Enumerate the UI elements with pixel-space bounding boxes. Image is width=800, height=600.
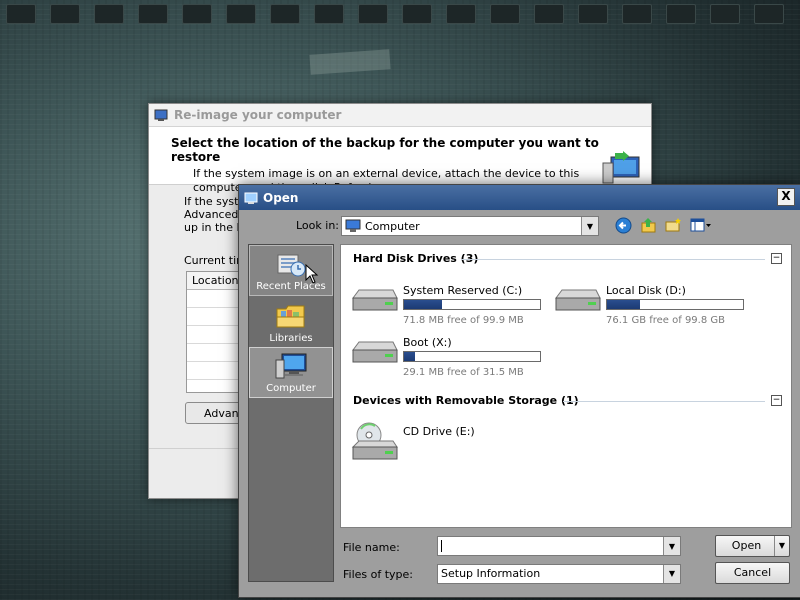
open-dialog: Open X Look in: Computer ▼ Recent Places: [238, 184, 800, 598]
file-list-pane[interactable]: Hard Disk Drives (3) − System Reserved (…: [340, 244, 792, 528]
collapse-icon[interactable]: −: [771, 395, 782, 406]
drive-usage-fill: [607, 300, 640, 309]
reimage-header: Select the location of the backup for th…: [149, 127, 651, 194]
reimage-body-line: Advanced t: [184, 208, 244, 221]
back-arrow-icon[interactable]: [615, 217, 632, 234]
table-row[interactable]: [187, 344, 243, 362]
files-of-type-value: Setup Information: [441, 567, 541, 580]
computer-icon: [275, 353, 307, 379]
divider: [563, 401, 765, 402]
drive-usage-bar: [403, 351, 541, 362]
film-strip-top: [0, 0, 800, 26]
restore-computer-icon: [602, 151, 640, 184]
drive-usage-bar: [403, 299, 541, 310]
window-icon: [244, 192, 258, 204]
drive-name: CD Drive (E:): [403, 425, 475, 438]
place-recent-places[interactable]: Recent Places: [249, 245, 333, 296]
files-of-type-label: Files of type:: [343, 568, 414, 581]
group-header-removable-storage[interactable]: Devices with Removable Storage (1): [353, 394, 579, 407]
drive-usage-bar: [606, 299, 744, 310]
mouse-cursor-icon: [305, 264, 319, 284]
reimage-heading: Select the location of the backup for th…: [171, 136, 599, 164]
libraries-icon: [276, 305, 305, 328]
advanced-button[interactable]: Advanc: [185, 402, 245, 424]
place-libraries[interactable]: Libraries: [249, 296, 333, 347]
drive-name: System Reserved (C:): [403, 284, 523, 297]
table-row[interactable]: [187, 326, 243, 344]
place-label: Computer: [266, 383, 316, 394]
chevron-down-icon[interactable]: ▼: [581, 217, 598, 235]
drive-cd[interactable]: CD Drive (E:): [349, 421, 475, 465]
look-in-label: Look in:: [296, 219, 339, 232]
drive-free-space: 71.8 MB free of 99.9 MB: [403, 315, 524, 326]
chevron-down-icon[interactable]: ▼: [663, 565, 680, 583]
location-column-header[interactable]: Location: [187, 272, 243, 290]
places-bar: Recent Places Libraries Computer: [248, 244, 334, 582]
navigation-toolbar: [615, 217, 712, 234]
drive-free-space: 29.1 MB free of 31.5 MB: [403, 367, 524, 378]
window-icon: [154, 109, 168, 121]
chevron-down-icon[interactable]: ▼: [774, 536, 789, 556]
drive-name: Local Disk (D:): [606, 284, 686, 297]
drive-system-reserved[interactable]: System Reserved (C:) 71.8 MB free of 99.…: [349, 284, 541, 326]
close-button[interactable]: X: [777, 188, 795, 206]
text-caret: [441, 540, 442, 552]
drive-usage-fill: [404, 300, 443, 309]
open-button[interactable]: Open ▼: [715, 535, 790, 557]
hard-drive-icon: [352, 289, 398, 311]
new-folder-icon[interactable]: [665, 217, 682, 234]
drive-boot[interactable]: Boot (X:) 29.1 MB free of 31.5 MB: [349, 336, 541, 378]
chevron-down-icon[interactable]: ▼: [663, 537, 680, 555]
computer-icon: [345, 219, 361, 232]
drive-local-disk[interactable]: Local Disk (D:) 76.1 GB free of 99.8 GB: [552, 284, 744, 326]
group-header-hard-disk-drives[interactable]: Hard Disk Drives (3): [353, 252, 478, 265]
up-folder-icon[interactable]: [640, 217, 657, 234]
recent-places-icon: [277, 254, 306, 277]
open-title: Open: [263, 190, 299, 205]
reimage-title-bar: Re-image your computer: [149, 104, 651, 127]
collapse-icon[interactable]: −: [771, 253, 782, 264]
hard-drive-icon: [352, 341, 398, 363]
reimage-body-line: up in the lis: [184, 221, 244, 234]
look-in-dropdown[interactable]: Computer ▼: [341, 216, 599, 236]
look-in-value: Computer: [365, 219, 420, 233]
reimage-title: Re-image your computer: [174, 108, 342, 122]
open-button-label: Open: [731, 539, 762, 552]
cancel-button[interactable]: Cancel: [715, 562, 790, 584]
table-row[interactable]: [187, 362, 243, 380]
hard-drive-icon: [555, 289, 601, 311]
divider: [461, 259, 765, 260]
files-of-type-dropdown[interactable]: Setup Information ▼: [437, 564, 681, 584]
table-row[interactable]: [187, 308, 243, 326]
view-menu-icon[interactable]: [690, 217, 712, 234]
backup-location-table[interactable]: Location: [186, 271, 244, 393]
place-label: Libraries: [269, 333, 313, 344]
open-title-bar[interactable]: Open X: [239, 185, 800, 210]
file-name-label: File name:: [343, 541, 400, 554]
drive-free-space: 76.1 GB free of 99.8 GB: [606, 315, 725, 326]
table-row[interactable]: [187, 290, 243, 308]
drive-usage-fill: [404, 352, 415, 361]
cd-drive-icon: [351, 422, 398, 460]
drive-name: Boot (X:): [403, 336, 452, 349]
file-name-field[interactable]: ▼: [437, 536, 681, 556]
reimage-body-line: If the syste: [184, 195, 244, 208]
place-computer[interactable]: Computer: [249, 347, 333, 398]
